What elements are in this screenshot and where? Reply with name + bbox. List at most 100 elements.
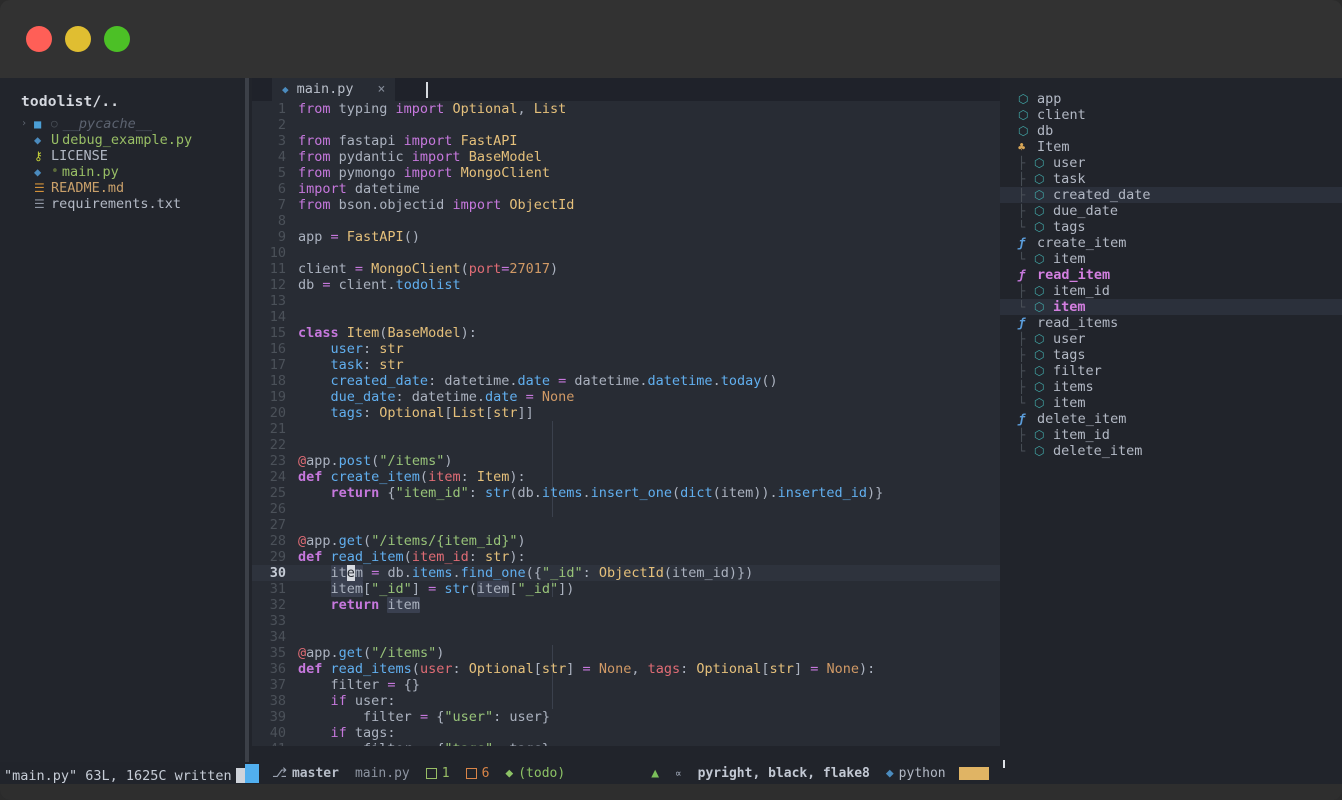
token: dict — [680, 485, 713, 501]
code-line[interactable]: 36 def read_items(user: Optional[str] = N… — [252, 661, 1000, 677]
outline-item-task[interactable]: ├ ⬡ task — [1000, 171, 1342, 187]
outline-item-user[interactable]: ├ ⬡ user — [1000, 331, 1342, 347]
outline-item-tags[interactable]: ├ ⬡ tags — [1000, 347, 1342, 363]
token: = — [810, 661, 827, 677]
lsp-servers[interactable]: pyright, black, flake8 — [698, 766, 870, 781]
code-line[interactable]: 19 due_date: datetime.date = None — [252, 389, 1000, 405]
code-line[interactable]: 33 — [252, 613, 1000, 629]
code-line[interactable]: 15 class Item(BaseModel): — [252, 325, 1000, 341]
explorer-item-license[interactable]: ⚷ LICENSE — [0, 148, 240, 164]
code-line[interactable]: 40 if tags: — [252, 725, 1000, 741]
code-line[interactable]: 27 — [252, 517, 1000, 533]
git-branch[interactable]: ⎇ master — [272, 766, 339, 781]
diagnostics-errors[interactable]: 6 — [465, 766, 489, 781]
code-line[interactable]: 21 — [252, 421, 1000, 437]
code-line[interactable]: 30 item = db.items.find_one({"_id": Obje… — [252, 565, 1000, 581]
code-line[interactable]: 32 return item — [252, 597, 1000, 613]
outline-item-item-id[interactable]: ├ ⬡ item_id — [1000, 427, 1342, 443]
todo-indicator[interactable]: ◆ (todo) — [505, 766, 565, 781]
outline-item-delete-item[interactable]: ƒ delete_item — [1000, 411, 1342, 427]
token: List — [452, 405, 485, 421]
close-icon[interactable]: × — [378, 78, 386, 101]
zoom-button[interactable] — [104, 26, 130, 52]
code-line[interactable]: 22 — [252, 437, 1000, 453]
code-line[interactable]: 18 created_date: datetime.date = datetim… — [252, 373, 1000, 389]
outline-item-db[interactable]: ⬡ db — [1000, 123, 1342, 139]
code-lines[interactable]: 1 from typing import Optional, List 2 3 from… — [252, 101, 1000, 746]
symbol-outline-panel[interactable]: ⬡ app ⬡ client ⬡ db ♣ Item ├ ⬡ user ├ ⬡ task ├ ⬡ created… — [1000, 78, 1342, 762]
code-line[interactable]: 13 — [252, 293, 1000, 309]
code-line[interactable]: 38 if user: — [252, 693, 1000, 709]
code-line[interactable]: 8 — [252, 213, 1000, 229]
tab-main-py[interactable]: ◆ main.py × — [272, 78, 396, 101]
explorer-item-requirements-txt[interactable]: ☰ requirements.txt — [0, 196, 240, 212]
code-line[interactable]: 31 item["_id"] = str(item["_id"]) — [252, 581, 1000, 597]
code-line[interactable]: 11 client = MongoClient(port=27017) — [252, 261, 1000, 277]
explorer-file-list[interactable]: › ■ ○ __pycache__ ◆ Udebug_example.py ⚷ LICENSE… — [0, 116, 240, 212]
code-line[interactable]: 7 from bson.objectid import ObjectId — [252, 197, 1000, 213]
outline-item-items[interactable]: ├ ⬡ items — [1000, 379, 1342, 395]
language-indicator[interactable]: ◆ python — [886, 766, 989, 781]
code-line[interactable]: 34 — [252, 629, 1000, 645]
code-line[interactable]: 16 user: str — [252, 341, 1000, 357]
token: str — [484, 549, 510, 565]
code-line[interactable]: 39 filter = {"user": user} — [252, 709, 1000, 725]
code-line[interactable]: 9 app = FastAPI() — [252, 229, 1000, 245]
code-line[interactable]: 14 — [252, 309, 1000, 325]
code-line[interactable]: 20 tags: Optional[List[str]] — [252, 405, 1000, 421]
token: . — [712, 373, 721, 389]
code-line[interactable]: 41 filter = {"tags": tags} — [252, 741, 1000, 746]
outline-item-created-date[interactable]: ├ ⬡ created_date — [1000, 187, 1342, 203]
code-line[interactable]: 3 from fastapi import FastAPI — [252, 133, 1000, 149]
code-line[interactable]: 1 from typing import Optional, List — [252, 101, 1000, 117]
code-line[interactable]: 29 def read_item(item_id: str): — [252, 549, 1000, 565]
file-explorer-sidebar[interactable]: todolist/.. › ■ ○ __pycache__ ◆ Udebug_exampl… — [0, 78, 240, 762]
outline-item-filter[interactable]: ├ ⬡ filter — [1000, 363, 1342, 379]
outline-item-user[interactable]: ├ ⬡ user — [1000, 155, 1342, 171]
token: { — [387, 485, 396, 501]
explorer-item-readme-md[interactable]: ☰ README.md — [0, 180, 240, 196]
outline-item-delete-item[interactable]: └ ⬡ delete_item — [1000, 443, 1342, 459]
code-line[interactable]: 12 db = client.todolist — [252, 277, 1000, 293]
code-line[interactable]: 25 return {"item_id": str(db.items.inser… — [252, 485, 1000, 501]
token: None — [826, 661, 859, 677]
outline-item-tags[interactable]: └ ⬡ tags — [1000, 219, 1342, 235]
outline-item-read-item[interactable]: ƒ read_item — [1000, 267, 1342, 283]
outline-item-read-items[interactable]: ƒ read_items — [1000, 315, 1342, 331]
outline-item-item[interactable]: └ ⬡ item — [1000, 395, 1342, 411]
line-text: return item — [298, 597, 420, 613]
outline-item-item[interactable]: └ ⬡ item — [1000, 251, 1342, 267]
code-line[interactable]: 23 @app.post("/items") — [252, 453, 1000, 469]
code-line[interactable]: 10 — [252, 245, 1000, 261]
code-line[interactable]: 28 @app.get("/items/{item_id}") — [252, 533, 1000, 549]
env-indicator[interactable]: ▲ — [651, 766, 659, 781]
code-line[interactable]: 6 import datetime — [252, 181, 1000, 197]
explorer-item-debug-example-py[interactable]: ◆ Udebug_example.py — [0, 132, 240, 148]
outline-item-client[interactable]: ⬡ client — [1000, 107, 1342, 123]
code-line[interactable]: 24 def create_item(item: Item): — [252, 469, 1000, 485]
token: ] — [793, 661, 811, 677]
minimize-button[interactable] — [65, 26, 91, 52]
code-editor[interactable]: 1 from typing import Optional, List 2 3 from… — [252, 101, 1000, 746]
code-line[interactable]: 17 task: str — [252, 357, 1000, 373]
diagnostics-warnings[interactable]: 1 — [425, 766, 450, 781]
explorer-item--pycache-[interactable]: › ■ ○ __pycache__ — [0, 116, 240, 132]
outline-item-app[interactable]: ⬡ app — [1000, 91, 1342, 107]
code-line[interactable]: 35 @app.get("/items") — [252, 645, 1000, 661]
outline-item-create-item[interactable]: ƒ create_item — [1000, 235, 1342, 251]
outline-item-due-date[interactable]: ├ ⬡ due_date — [1000, 203, 1342, 219]
outline-item-item-id[interactable]: ├ ⬡ item_id — [1000, 283, 1342, 299]
outline-item-item[interactable]: ♣ Item — [1000, 139, 1342, 155]
code-line[interactable]: 4 from pydantic import BaseModel — [252, 149, 1000, 165]
code-line[interactable]: 2 — [252, 117, 1000, 133]
outline-item-item[interactable]: └ ⬡ item — [1000, 299, 1342, 315]
lsp-link-indicator[interactable]: ∝ — [675, 767, 682, 780]
explorer-item-main-py[interactable]: ◆ • main.py — [0, 164, 240, 180]
error-icon — [465, 767, 477, 779]
chevron-right-icon[interactable]: › — [21, 116, 34, 132]
close-button[interactable] — [26, 26, 52, 52]
code-line[interactable]: 37 filter = {} — [252, 677, 1000, 693]
code-line[interactable]: 5 from pymongo import MongoClient — [252, 165, 1000, 181]
outline-list[interactable]: ⬡ app ⬡ client ⬡ db ♣ Item ├ ⬡ user ├ ⬡ task ├ ⬡ created… — [1000, 78, 1342, 459]
code-line[interactable]: 26 — [252, 501, 1000, 517]
